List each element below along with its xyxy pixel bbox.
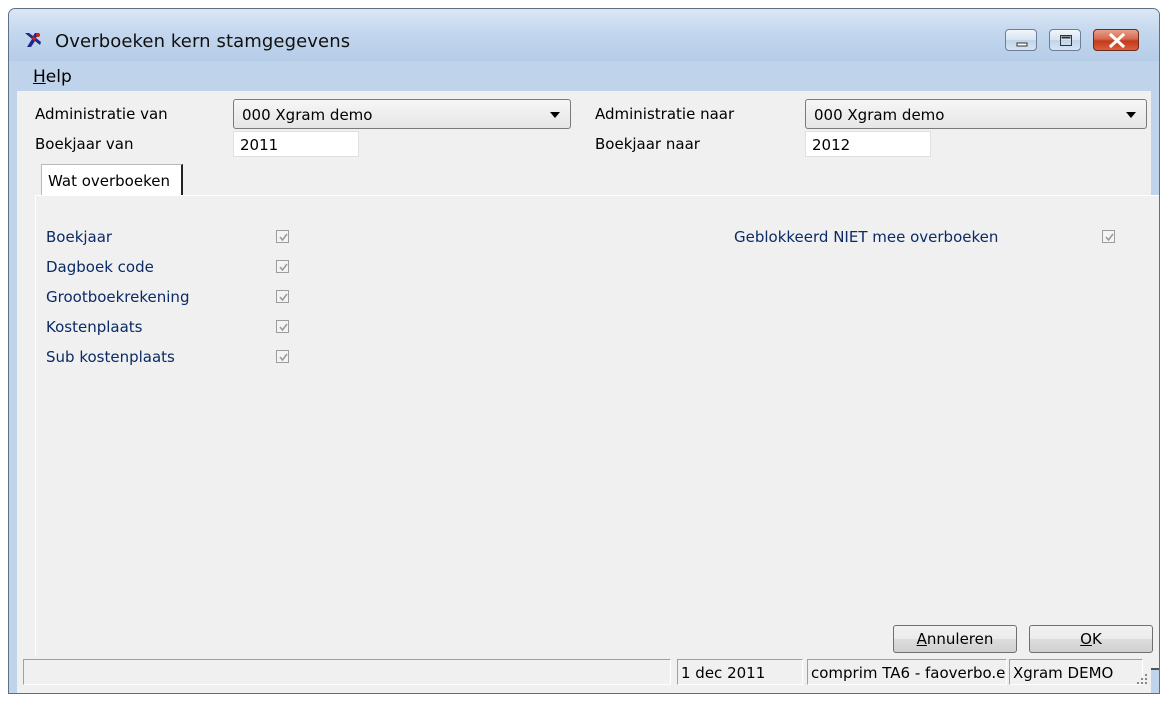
tab-panel: Boekjaar Dagboek code Grootboekrekening … bbox=[35, 195, 1159, 670]
checkmark-icon bbox=[1105, 233, 1114, 242]
year-to-field[interactable]: 2012 bbox=[805, 131, 931, 157]
year-from-field[interactable]: 2011 bbox=[233, 131, 359, 157]
year-to-value: 2012 bbox=[812, 136, 851, 154]
menu-bar: Help bbox=[17, 61, 1151, 91]
help-mnemonic: H bbox=[33, 67, 46, 87]
blocked-option-label: Geblokkeerd NIET mee overboeken bbox=[734, 228, 999, 246]
tab-wat-overboeken[interactable]: Wat overboeken bbox=[41, 164, 183, 196]
admin-from-label: Administratie van bbox=[35, 105, 168, 123]
checkbox-boekjaar[interactable] bbox=[276, 230, 289, 243]
maximize-icon bbox=[1060, 35, 1072, 46]
year-to-label: Boekjaar naar bbox=[595, 135, 700, 153]
cancel-button[interactable]: Annuleren bbox=[893, 625, 1017, 653]
option-label: Grootboekrekening bbox=[46, 288, 190, 306]
ok-button[interactable]: OK bbox=[1029, 625, 1153, 653]
option-label: Boekjaar bbox=[46, 228, 113, 246]
checkmark-icon bbox=[279, 293, 288, 302]
status-cell-program: comprim TA6 - faoverbo.e bbox=[807, 659, 1007, 685]
ok-label-rest: K bbox=[1091, 630, 1102, 648]
window-title: Overboeken kern stamgegevens bbox=[55, 31, 351, 52]
admin-to-select[interactable]: 000 Xgram demo bbox=[805, 99, 1147, 129]
ok-mnemonic: O bbox=[1080, 630, 1092, 648]
close-button[interactable] bbox=[1093, 29, 1139, 51]
admin-from-value: 000 Xgram demo bbox=[242, 106, 373, 124]
chevron-down-icon bbox=[550, 112, 560, 118]
year-from-value: 2011 bbox=[240, 136, 279, 154]
checkbox-dagboek-code[interactable] bbox=[276, 260, 289, 273]
status-cell-date: 1 dec 2011 bbox=[677, 659, 803, 685]
status-cell-company: Xgram DEMO bbox=[1009, 659, 1143, 685]
option-label: Sub kostenplaats bbox=[46, 348, 175, 366]
minimize-icon bbox=[1016, 42, 1028, 47]
cancel-label-rest: nnuleren bbox=[926, 630, 994, 648]
help-label-rest: elp bbox=[45, 67, 72, 87]
menu-help[interactable]: Help bbox=[33, 67, 72, 87]
checkbox-grootboekrekening[interactable] bbox=[276, 290, 289, 303]
status-program: comprim TA6 - faoverbo.e bbox=[811, 664, 1006, 682]
checkmark-icon bbox=[279, 233, 288, 242]
dialog-body: Help Administratie van 000 Xgram demo Ad… bbox=[17, 61, 1159, 693]
maximize-button[interactable] bbox=[1049, 29, 1081, 51]
option-label: Kostenplaats bbox=[46, 318, 143, 336]
tab-label: Wat overboeken bbox=[48, 172, 170, 190]
admin-to-value: 000 Xgram demo bbox=[814, 106, 945, 124]
title-bar[interactable]: Overboeken kern stamgegevens bbox=[9, 9, 1159, 61]
admin-from-select[interactable]: 000 Xgram demo bbox=[233, 99, 571, 129]
status-company: Xgram DEMO bbox=[1013, 664, 1114, 682]
checkbox-geblokkeerd[interactable] bbox=[1102, 230, 1115, 243]
close-icon bbox=[1108, 32, 1126, 49]
checkbox-sub-kostenplaats[interactable] bbox=[276, 350, 289, 363]
status-cell-message bbox=[23, 659, 671, 685]
checkmark-icon bbox=[279, 323, 288, 332]
chevron-down-icon bbox=[1126, 112, 1136, 118]
status-bar: 1 dec 2011 comprim TA6 - faoverbo.e Xgra… bbox=[17, 656, 1151, 688]
checkmark-icon bbox=[279, 263, 288, 272]
checkbox-kostenplaats[interactable] bbox=[276, 320, 289, 333]
checkmark-icon bbox=[279, 353, 288, 362]
option-label: Dagboek code bbox=[46, 258, 154, 276]
status-date: 1 dec 2011 bbox=[681, 664, 766, 682]
app-logo-icon bbox=[25, 33, 41, 47]
cancel-mnemonic: A bbox=[916, 630, 927, 648]
admin-to-label: Administratie naar bbox=[595, 105, 735, 123]
dialog-window: Overboeken kern stamgegevens Help Admini… bbox=[8, 8, 1160, 694]
year-from-label: Boekjaar van bbox=[35, 135, 134, 153]
minimize-button[interactable] bbox=[1005, 29, 1037, 51]
resize-grip-icon[interactable] bbox=[1135, 672, 1149, 686]
